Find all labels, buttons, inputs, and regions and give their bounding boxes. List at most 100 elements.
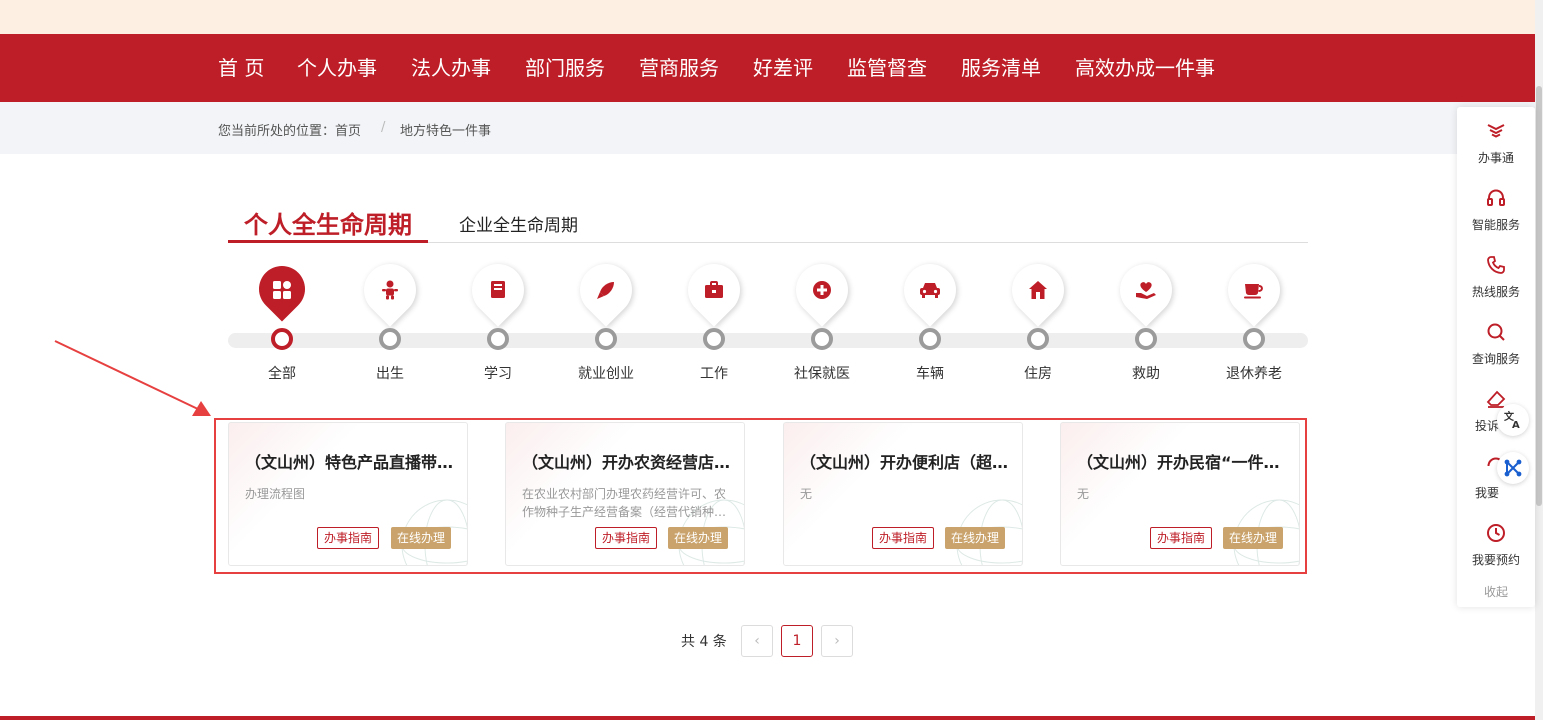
headset-icon	[1484, 188, 1508, 212]
stage-dot	[1135, 328, 1157, 350]
pager-page-1[interactable]: 1	[781, 625, 813, 657]
stage-employment[interactable]: 就业创业	[566, 253, 646, 384]
online-apply-button[interactable]: 在线办理	[945, 527, 1006, 549]
tab-personal-lifecycle[interactable]: 个人全生命周期	[244, 205, 412, 240]
rocket-icon	[594, 278, 618, 302]
stage-label: 住房	[1024, 366, 1052, 382]
svg-text:A: A	[1512, 420, 1520, 430]
stage-vehicle[interactable]: 车辆	[890, 253, 970, 384]
stage-label: 救助	[1132, 366, 1160, 382]
briefcase-icon	[702, 278, 726, 302]
breadcrumb-home[interactable]: 您当前所处的位置：首页	[218, 120, 361, 139]
card-title: （文山州）特色产品直播带…	[245, 453, 454, 472]
medical-cross-icon	[810, 278, 834, 302]
side-item-label: 我要预约	[1471, 553, 1520, 567]
network-share-icon[interactable]	[1497, 452, 1529, 484]
service-card[interactable]: （文山州）特色产品直播带… 办理流程图 办事指南 在线办理	[228, 422, 468, 566]
stage-dot	[811, 328, 833, 350]
nav-item-business[interactable]: 营商服务	[639, 56, 719, 80]
online-apply-button[interactable]: 在线办理	[1223, 527, 1284, 549]
nav-item-service-list[interactable]: 服务清单	[961, 56, 1041, 80]
nav-item-personal[interactable]: 个人办事	[297, 56, 377, 80]
top-banner-strip	[0, 0, 1535, 34]
service-card[interactable]: （文山州）开办民宿“一件… 无 办事指南 在线办理	[1060, 422, 1300, 566]
tab-enterprise-lifecycle[interactable]: 企业全生命周期	[459, 211, 578, 236]
card-description: 无	[1077, 487, 1090, 501]
stage-dot	[379, 328, 401, 350]
stage-dot	[595, 328, 617, 350]
stage-label: 学习	[484, 366, 512, 382]
side-item-banshitong[interactable]: 办事通	[1457, 113, 1535, 175]
side-item-label: 办事通	[1477, 151, 1514, 165]
stage-dot	[487, 328, 509, 350]
stage-all[interactable]: 全部	[242, 256, 322, 384]
nav-item-home[interactable]: 首 页	[218, 56, 264, 80]
stage-dot	[271, 328, 293, 350]
stage-assistance[interactable]: 救助	[1106, 253, 1186, 384]
nav-item-legal-person[interactable]: 法人办事	[411, 56, 491, 80]
side-item-hotline[interactable]: 热线服务	[1457, 247, 1535, 309]
pager-next-button[interactable]: ›	[821, 625, 853, 657]
breadcrumb: 您当前所处的位置：首页 / 地方特色一件事	[0, 102, 1535, 154]
side-item-label: 查询服务	[1471, 352, 1520, 366]
stage-label: 出生	[376, 366, 404, 382]
baby-icon	[378, 278, 402, 302]
stage-social-medical[interactable]: 社保就医	[782, 253, 862, 384]
tab-active-underline	[228, 240, 428, 243]
pager-total: 共 4 条	[681, 634, 727, 650]
nav-item-supervision[interactable]: 监管督查	[847, 56, 927, 80]
footer-top-border	[0, 716, 1535, 720]
online-apply-button[interactable]: 在线办理	[668, 527, 729, 549]
stage-retirement[interactable]: 退休养老	[1214, 253, 1294, 384]
stage-label: 车辆	[916, 366, 944, 382]
side-item-query[interactable]: 查询服务	[1457, 314, 1535, 376]
annotation-arrow-icon	[54, 340, 211, 416]
clock-icon	[1484, 523, 1508, 547]
card-description: 在农业农村部门办理农药经营许可、农作物种子生产经营备案（经营代销种…	[522, 487, 727, 519]
stage-label: 就业创业	[578, 366, 634, 382]
guide-button[interactable]: 办事指南	[595, 527, 658, 549]
main-nav: 首 页 个人办事 法人办事 部门服务 营商服务 好差评 监管督查 服务清单 高效…	[0, 34, 1535, 102]
teacup-icon	[1242, 278, 1266, 302]
nav-item-department[interactable]: 部门服务	[525, 56, 605, 80]
card-description: 无	[800, 487, 813, 501]
stage-birth[interactable]: 出生	[350, 253, 430, 384]
card-title: （文山州）开办农资经营店…	[522, 453, 731, 472]
stage-dot	[703, 328, 725, 350]
stage-housing[interactable]: 住房	[998, 253, 1078, 384]
card-description: 办理流程图	[245, 487, 306, 501]
car-icon	[918, 278, 942, 302]
stage-dot	[1027, 328, 1049, 350]
scrollbar-thumb[interactable]	[1536, 86, 1542, 506]
breadcrumb-current: 地方特色一件事	[400, 124, 492, 139]
stage-label: 退休养老	[1226, 366, 1282, 382]
service-card[interactable]: （文山州）开办便利店（超… 无 办事指南 在线办理	[783, 422, 1023, 566]
guide-button[interactable]: 办事指南	[317, 527, 380, 549]
stage-work[interactable]: 工作	[674, 253, 754, 384]
service-card[interactable]: （文山州）开办农资经营店… 在农业农村部门办理农药经营许可、农作物种子生产经营备…	[505, 422, 745, 566]
translate-icon[interactable]: 文A	[1497, 404, 1529, 436]
online-apply-button[interactable]: 在线办理	[391, 527, 452, 549]
side-item-smart-service[interactable]: 智能服务	[1457, 180, 1535, 242]
phone-icon	[1484, 255, 1508, 279]
banshitong-logo-icon	[1484, 121, 1508, 145]
grid-icon	[270, 278, 294, 302]
side-item-appointment[interactable]: 我要预约	[1457, 515, 1535, 577]
book-icon	[486, 278, 510, 302]
side-panel-collapse-button[interactable]: 收起	[1457, 583, 1535, 600]
nav-item-evaluation[interactable]: 好差评	[753, 56, 813, 80]
pager-prev-button[interactable]: ‹	[741, 625, 773, 657]
guide-button[interactable]: 办事指南	[1150, 527, 1213, 549]
side-item-label: 热线服务	[1471, 285, 1520, 299]
guide-button[interactable]: 办事指南	[872, 527, 935, 549]
floating-service-panel: 办事通 智能服务 热线服务 查询服务 投诉 我要 我要预约 收起	[1457, 107, 1535, 607]
side-item-label: 我要	[1474, 486, 1499, 500]
house-icon	[1026, 278, 1050, 302]
card-title: （文山州）开办民宿“一件…	[1077, 453, 1280, 472]
stage-study[interactable]: 学习	[458, 253, 538, 384]
nav-item-one-thing[interactable]: 高效办成一件事	[1075, 56, 1215, 80]
stage-label: 社保就医	[794, 366, 850, 382]
stage-dot	[1243, 328, 1265, 350]
side-item-label: 智能服务	[1471, 218, 1520, 232]
search-icon	[1484, 322, 1508, 346]
